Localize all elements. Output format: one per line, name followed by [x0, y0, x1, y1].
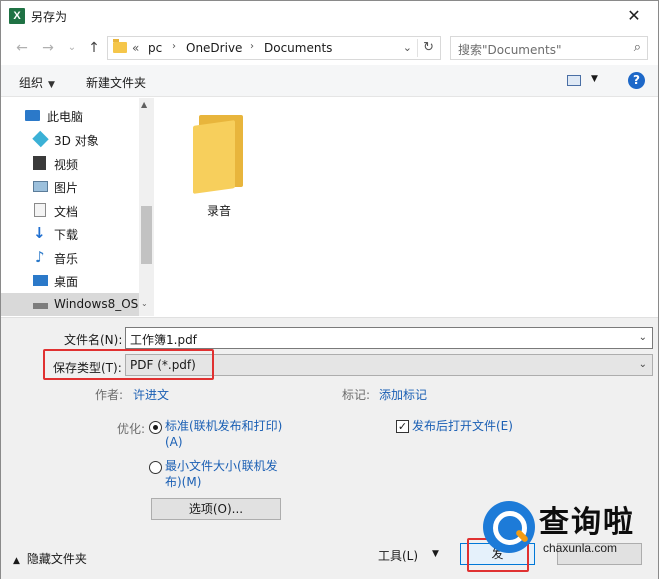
sidebar-item-label: Windows8_OS — [54, 297, 139, 311]
breadcrumb-separator-icon[interactable]: › — [172, 41, 176, 52]
chevron-down-icon[interactable]: ⌄ — [639, 359, 647, 370]
folder-name[interactable]: 录音 — [207, 202, 231, 219]
search-placeholder: 搜索"Documents" — [458, 43, 562, 57]
chevron-down-icon[interactable]: ▼ — [432, 549, 439, 559]
sidebar-item-label: 下载 — [54, 228, 79, 242]
filename-label: 文件名(N): — [64, 333, 123, 347]
music-icon: ♪ — [35, 248, 45, 266]
video-icon — [33, 156, 46, 170]
sidebar-item-3d-objects[interactable]: 3D 对象 — [1, 128, 139, 151]
optimize-minimum-line2: 布)(M) — [165, 475, 202, 489]
sidebar-item-music[interactable]: ♪ 音乐 — [1, 246, 139, 269]
filename-input[interactable]: 工作簿1.pdf ⌄ — [125, 327, 653, 349]
new-folder-button[interactable]: 新建文件夹 — [86, 74, 146, 91]
sidebar-item-label: 视频 — [54, 158, 79, 172]
organize-button[interactable]: 组织 ▼ — [19, 74, 55, 91]
sidebar-item-this-pc[interactable]: 此电脑 — [1, 104, 139, 127]
sidebar-item-label: 3D 对象 — [54, 134, 99, 148]
watermark-url: chaxunla.com — [543, 541, 618, 555]
nav-scrollbar-thumb[interactable] — [141, 206, 152, 264]
sidebar-item-windows8-os[interactable]: Windows8_OS — [1, 293, 139, 316]
optimize-minimum-line1: 最小文件大小(联机发 — [165, 459, 278, 473]
chevron-down-icon[interactable]: ▼ — [591, 74, 598, 84]
chevron-down-icon: ▼ — [48, 80, 55, 90]
breadcrumb-pc[interactable]: pc — [148, 41, 162, 55]
drive-icon — [33, 303, 48, 309]
chevron-up-icon: ▲ — [13, 556, 20, 566]
tools-button[interactable]: 工具(L) — [378, 547, 418, 564]
view-options-icon[interactable] — [567, 75, 581, 86]
downloads-icon: ↓ — [33, 224, 46, 242]
sidebar-item-label: 音乐 — [54, 252, 79, 266]
scroll-up-icon[interactable]: ▲ — [141, 100, 147, 109]
chaxunla-logo-icon — [483, 501, 535, 553]
author-value[interactable]: 许进文 — [133, 386, 169, 403]
sidebar-item-videos[interactable]: 视频 — [1, 152, 139, 175]
sidebar-item-label: 桌面 — [54, 275, 79, 289]
back-arrow-icon[interactable]: ← — [13, 39, 31, 57]
add-tags-link[interactable]: 添加标记 — [379, 386, 427, 403]
watermark: 查询啦 chaxunla.com — [479, 493, 654, 565]
hide-folders-toggle[interactable]: ▲ 隐藏文件夹 — [13, 550, 87, 567]
options-button[interactable]: 选项(O)... — [151, 498, 281, 520]
hide-folders-label: 隐藏文件夹 — [26, 552, 87, 566]
optimize-minimum-radio[interactable] — [149, 461, 162, 474]
pictures-icon — [33, 181, 48, 192]
sidebar-item-desktop[interactable]: 桌面 — [1, 269, 139, 292]
optimize-standard-line2: (A) — [165, 435, 183, 449]
excel-icon: X — [9, 8, 25, 24]
author-label: 作者: — [95, 388, 124, 402]
search-icon[interactable]: ⌕ — [634, 40, 641, 55]
sidebar-item-label: 文档 — [54, 205, 79, 219]
file-list: 录音 — [155, 98, 658, 316]
up-arrow-icon[interactable]: ↑ — [85, 39, 103, 57]
address-divider — [417, 39, 418, 57]
save-as-dialog: X 另存为 ✕ ← → ⌄ ↑ « pc › OneDrive › Docume… — [0, 0, 659, 579]
search-input[interactable]: 搜索"Documents" ⌕ — [450, 36, 648, 60]
documents-icon — [34, 203, 46, 217]
navigation-pane: 此电脑 3D 对象 视频 图片 文档 ↓ 下载 ♪ 音乐 桌面 Windows8… — [1, 98, 154, 316]
breadcrumb-onedrive[interactable]: OneDrive — [186, 41, 242, 55]
title-bar: X 另存为 ✕ — [1, 1, 658, 32]
folder-icon — [113, 39, 127, 53]
sidebar-item-label: 图片 — [54, 181, 79, 195]
forward-arrow-icon[interactable]: → — [39, 39, 57, 57]
refresh-icon[interactable]: ↻ — [423, 40, 434, 55]
filename-value: 工作簿1.pdf — [130, 333, 197, 347]
organize-label: 组织 — [19, 76, 44, 90]
breadcrumb-documents[interactable]: Documents — [264, 41, 332, 55]
sidebar-item-downloads[interactable]: ↓ 下载 — [1, 222, 139, 245]
window-title: 另存为 — [31, 10, 68, 24]
open-after-publish-label[interactable]: 发布后打开文件(E) — [412, 418, 513, 434]
folder-icon[interactable] — [193, 115, 245, 194]
close-button[interactable]: ✕ — [614, 3, 654, 29]
navigation-bar: ← → ⌄ ↑ « pc › OneDrive › Documents ⌄ ↻ … — [1, 32, 658, 64]
sidebar-item-label: 此电脑 — [47, 110, 84, 124]
address-overflow[interactable]: « — [132, 41, 139, 55]
watermark-title: 查询啦 — [539, 505, 635, 540]
address-bar[interactable]: « pc › OneDrive › Documents ⌄ ↻ — [107, 36, 441, 60]
highlight-box — [43, 349, 214, 380]
computer-icon — [25, 110, 40, 121]
3d-objects-icon — [32, 130, 49, 148]
command-toolbar: 组织 ▼ 新建文件夹 ▼ ? — [1, 65, 658, 97]
help-icon[interactable]: ? — [628, 72, 645, 89]
breadcrumb-separator-icon[interactable]: › — [250, 41, 254, 52]
scroll-down-icon[interactable]: ⌄ — [141, 299, 148, 308]
desktop-icon — [33, 275, 48, 286]
optimize-label: 优化: — [117, 422, 146, 436]
optimize-standard-radio[interactable] — [149, 421, 162, 434]
optimize-standard-label[interactable]: 标准(联机发布和打印) (A) — [165, 418, 282, 450]
sidebar-item-documents[interactable]: 文档 — [1, 199, 139, 222]
open-after-publish-checkbox[interactable]: ✓ — [396, 420, 409, 433]
address-dropdown-icon[interactable]: ⌄ — [403, 41, 412, 54]
recent-locations-icon[interactable]: ⌄ — [63, 39, 81, 57]
tags-label: 标记: — [342, 388, 371, 402]
optimize-minimum-label[interactable]: 最小文件大小(联机发 布)(M) — [165, 458, 278, 490]
chevron-down-icon[interactable]: ⌄ — [639, 332, 647, 343]
sidebar-item-pictures[interactable]: 图片 — [1, 175, 139, 198]
optimize-standard-line1: 标准(联机发布和打印) — [165, 419, 283, 433]
